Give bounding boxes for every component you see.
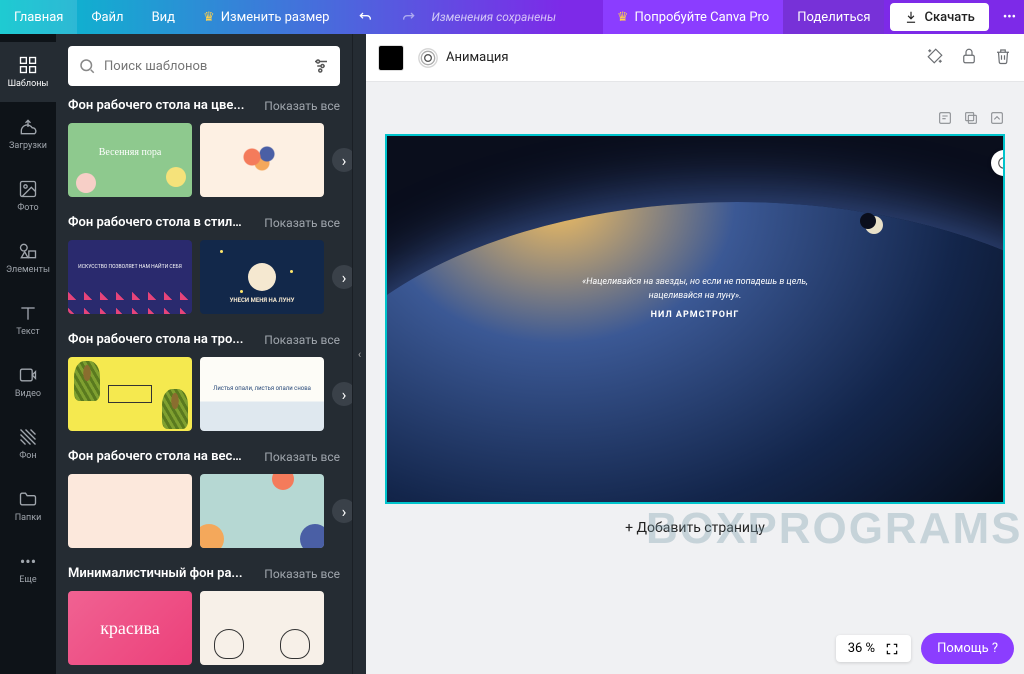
scroll-right-button[interactable]: › xyxy=(332,148,352,172)
quote-text[interactable]: «Нацеливайся на звезды, но если не попад… xyxy=(387,276,1003,323)
download-button[interactable]: Скачать xyxy=(890,3,988,31)
rail-elements[interactable]: Элементы xyxy=(0,228,56,288)
help-button[interactable]: Помощь ? xyxy=(921,633,1014,664)
magic-button[interactable] xyxy=(926,47,944,69)
scroll-right-button[interactable]: › xyxy=(332,499,352,523)
search-box[interactable] xyxy=(68,46,340,86)
rail-text[interactable]: Текст xyxy=(0,290,56,350)
left-rail: Шаблоны Загрузки Фото Элементы Текст Вид… xyxy=(0,34,56,674)
save-status: Изменения сохранены xyxy=(431,10,556,24)
rail-background[interactable]: Фон xyxy=(0,414,56,474)
rotate-handle[interactable] xyxy=(991,150,1005,176)
section-title: Фон рабочего стола на весе... xyxy=(68,449,248,464)
color-swatch[interactable] xyxy=(378,45,404,71)
try-pro-button[interactable]: ♛ Попробуйте Canva Pro xyxy=(603,0,783,34)
undo-button[interactable] xyxy=(343,0,387,34)
template-thumb[interactable]: ИСКУССТВО ПОЗВОЛЯЕТ НАМ НАЙТИ СЕБЯ xyxy=(68,240,192,314)
lock-button[interactable] xyxy=(960,47,978,69)
design-canvas[interactable]: «Нацеливайся на звезды, но если не попад… xyxy=(385,134,1005,504)
rail-folders[interactable]: Папки xyxy=(0,476,56,536)
fullscreen-icon xyxy=(885,642,899,656)
animation-icon xyxy=(418,48,438,68)
duplicate-page-button[interactable] xyxy=(963,110,979,130)
template-thumb[interactable]: Весенняя пора xyxy=(68,123,192,197)
page-up-button[interactable] xyxy=(989,110,1005,130)
page-notes-button[interactable] xyxy=(937,110,953,130)
zoom-control[interactable]: 36 % xyxy=(836,635,911,662)
template-thumb[interactable] xyxy=(200,474,324,548)
menu-home[interactable]: Главная xyxy=(0,0,77,34)
download-label: Скачать xyxy=(924,10,974,25)
show-all-link[interactable]: Показать все xyxy=(264,216,340,230)
crown-icon: ♛ xyxy=(617,10,629,25)
rail-more[interactable]: ••• Еще xyxy=(0,538,56,598)
animation-button[interactable]: Анимация xyxy=(418,48,509,68)
show-all-link[interactable]: Показать все xyxy=(264,567,340,581)
add-page-button[interactable]: + Добавить страницу xyxy=(385,520,1005,536)
template-thumb[interactable]: УНЕСИ МЕНЯ НА ЛУНУ xyxy=(200,240,324,314)
template-thumb[interactable] xyxy=(200,591,324,665)
redo-button[interactable] xyxy=(387,0,431,34)
try-pro-label: Попробуйте Canva Pro xyxy=(635,10,770,25)
section-title: Фон рабочего стола на тро... xyxy=(68,332,243,347)
rail-uploads[interactable]: Загрузки xyxy=(0,104,56,164)
rail-templates[interactable]: Шаблоны xyxy=(0,42,56,102)
share-button[interactable]: Поделиться xyxy=(783,0,884,34)
section-title: Минималистичный фон ра... xyxy=(68,566,243,581)
canvas-toolbar: Анимация xyxy=(366,34,1024,82)
section-title: Фон рабочего стола на цве... xyxy=(68,98,244,113)
search-icon xyxy=(78,57,96,75)
template-thumb[interactable]: Листья опали, листья опали снова xyxy=(200,357,324,431)
rail-photos[interactable]: Фото xyxy=(0,166,56,226)
top-menu-bar: Главная Файл Вид ♛ Изменить размер Измен… xyxy=(0,0,1024,34)
canvas-area: Анимация «Нацеливайся на звез xyxy=(366,34,1024,674)
template-thumb[interactable] xyxy=(68,357,192,431)
search-input[interactable] xyxy=(104,59,304,74)
resize-label: Изменить размер xyxy=(221,10,330,25)
delete-button[interactable] xyxy=(994,47,1012,69)
template-thumb[interactable] xyxy=(68,474,192,548)
menu-view[interactable]: Вид xyxy=(138,0,189,34)
templates-panel: Фон рабочего стола на цве... Показать вс… xyxy=(56,34,352,674)
show-all-link[interactable]: Показать все xyxy=(264,450,340,464)
scroll-right-button[interactable]: › xyxy=(332,382,352,406)
rail-video[interactable]: Видео xyxy=(0,352,56,412)
section-title: Фон рабочего стола в стиле... xyxy=(68,215,248,230)
more-menu[interactable]: ••• xyxy=(995,10,1024,25)
template-thumb[interactable] xyxy=(200,123,324,197)
menu-resize[interactable]: ♛ Изменить размер xyxy=(189,0,343,34)
filter-icon[interactable] xyxy=(312,57,330,75)
ellipsis-icon: ••• xyxy=(20,552,36,571)
show-all-link[interactable]: Показать все xyxy=(264,333,340,347)
show-all-link[interactable]: Показать все xyxy=(264,99,340,113)
scroll-right-button[interactable]: › xyxy=(332,265,352,289)
menu-file[interactable]: Файл xyxy=(77,0,137,34)
template-thumb[interactable]: красива xyxy=(68,591,192,665)
collapse-panel-button[interactable]: ‹ xyxy=(352,34,366,674)
crown-icon: ♛ xyxy=(203,10,215,25)
chevron-left-icon: ‹ xyxy=(358,348,361,361)
